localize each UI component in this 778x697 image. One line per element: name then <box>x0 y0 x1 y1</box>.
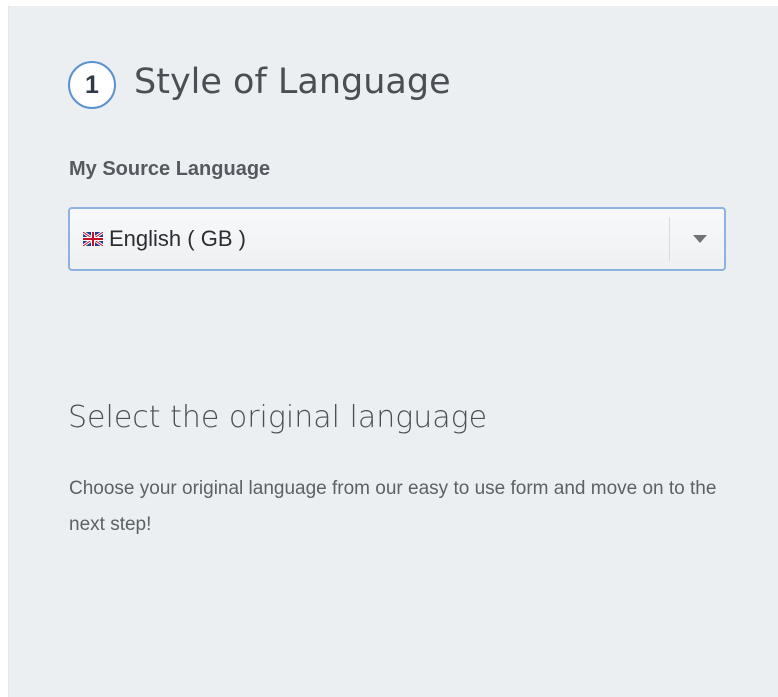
step-title: Style of Language <box>134 61 451 102</box>
language-step-panel: 1 Style of Language My Source Language E… <box>8 6 778 697</box>
info-body: Choose your original language from our e… <box>69 478 717 535</box>
chevron-down-icon[interactable] <box>693 235 707 243</box>
step-header: 1 Style of Language <box>68 61 451 109</box>
step-number-badge: 1 <box>68 61 116 109</box>
source-language-label: My Source Language <box>69 158 271 180</box>
uk-flag-icon <box>83 232 103 246</box>
select-divider <box>669 217 670 261</box>
source-language-select[interactable]: English ( GB ) <box>68 207 726 271</box>
selected-language-value: English ( GB ) <box>109 226 246 251</box>
info-heading: Select the original language <box>68 400 488 435</box>
